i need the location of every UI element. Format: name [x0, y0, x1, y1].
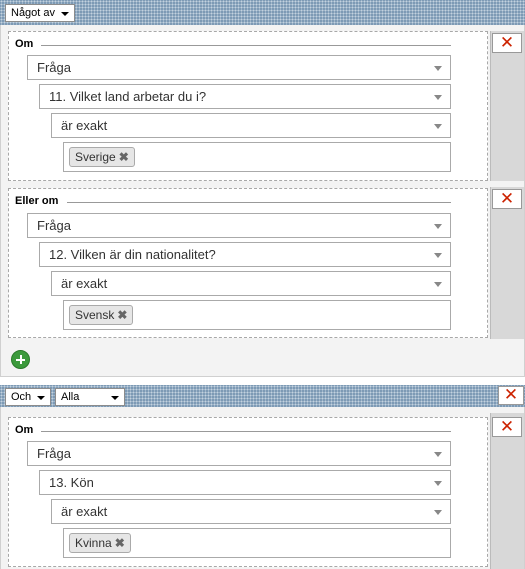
condition-close-column: ✕ — [490, 31, 524, 181]
group-header-bar: Något av — [0, 0, 525, 25]
operator-select[interactable]: är exakt — [51, 499, 451, 524]
value-tag: Svensk ✖ — [69, 305, 134, 325]
chevron-down-icon — [434, 224, 442, 229]
close-icon: ✕ — [503, 385, 519, 405]
remove-tag-icon[interactable]: ✖ — [117, 308, 127, 322]
condition-close-column: ✕ — [490, 187, 524, 339]
chevron-down-icon — [434, 481, 442, 486]
join-type-value: Och — [11, 391, 32, 403]
chevron-down-icon — [434, 124, 442, 129]
divider — [67, 202, 451, 203]
chevron-down-icon — [434, 95, 442, 100]
condition-close-column: ✕ — [490, 413, 524, 569]
chevron-down-icon — [434, 282, 442, 287]
value-tag: Kvinna ✖ — [69, 533, 131, 553]
close-icon: ✕ — [499, 32, 515, 53]
operator-value: är exakt — [61, 504, 108, 519]
source-value: Fråga — [37, 446, 71, 461]
operator-value: är exakt — [61, 276, 108, 291]
question-value: 11. Vilket land arbetar du i? — [49, 89, 207, 104]
condition-block: Om Fråga 11. Vilket land arbetar du i? ä… — [8, 31, 488, 181]
chevron-down-icon — [37, 396, 45, 400]
tag-label: Svensk — [75, 308, 115, 322]
condition-block: Om Fråga 13. Kön är exakt Kvinna ✖ — [8, 417, 488, 567]
remove-tag-icon[interactable]: ✖ — [115, 536, 125, 550]
match-type-value: Alla — [61, 391, 80, 403]
value-tag-input[interactable]: Sverige ✖ — [63, 142, 451, 172]
question-select[interactable]: 12. Vilken är din nationalitet? — [39, 242, 451, 267]
condition-title: Eller om — [15, 195, 59, 207]
tag-label: Kvinna — [75, 536, 112, 550]
condition-title: Om — [15, 424, 34, 436]
chevron-down-icon — [434, 510, 442, 515]
divider — [41, 45, 451, 46]
remove-tag-icon[interactable]: ✖ — [119, 150, 129, 164]
operator-value: är exakt — [61, 118, 108, 133]
value-tag-input[interactable]: Kvinna ✖ — [63, 528, 451, 558]
match-type-select[interactable]: Något av — [5, 4, 75, 22]
tag-label: Sverige — [75, 150, 116, 164]
remove-condition-button[interactable]: ✕ — [492, 33, 522, 53]
match-type-value: Något av — [11, 7, 56, 19]
close-icon: ✕ — [499, 188, 515, 209]
divider — [41, 431, 451, 432]
close-icon: ✕ — [499, 416, 515, 437]
chevron-down-icon — [111, 396, 119, 400]
condition-block: Eller om Fråga 12. Vilken är din nationa… — [8, 188, 488, 338]
value-tag: Sverige ✖ — [69, 147, 135, 167]
join-type-select[interactable]: Och — [5, 388, 51, 406]
source-value: Fråga — [37, 218, 71, 233]
source-select[interactable]: Fråga — [27, 213, 451, 238]
remove-group-button[interactable]: ✕ — [498, 386, 524, 405]
question-value: 12. Vilken är din nationalitet? — [49, 247, 216, 262]
add-condition-button[interactable] — [11, 350, 30, 369]
question-select[interactable]: 13. Kön — [39, 470, 451, 495]
source-value: Fråga — [37, 60, 71, 75]
question-value: 13. Kön — [49, 475, 94, 490]
remove-condition-button[interactable]: ✕ — [492, 417, 522, 437]
chevron-down-icon — [61, 12, 69, 16]
match-type-select[interactable]: Alla — [55, 388, 125, 406]
chevron-down-icon — [434, 66, 442, 71]
source-select[interactable]: Fråga — [27, 441, 451, 466]
value-tag-input[interactable]: Svensk ✖ — [63, 300, 451, 330]
operator-select[interactable]: är exakt — [51, 113, 451, 138]
chevron-down-icon — [434, 253, 442, 258]
source-select[interactable]: Fråga — [27, 55, 451, 80]
question-select[interactable]: 11. Vilket land arbetar du i? — [39, 84, 451, 109]
group-header-bar: Och Alla ✕ — [0, 385, 525, 407]
condition-title: Om — [15, 38, 34, 50]
chevron-down-icon — [434, 452, 442, 457]
remove-condition-button[interactable]: ✕ — [492, 189, 522, 209]
operator-select[interactable]: är exakt — [51, 271, 451, 296]
